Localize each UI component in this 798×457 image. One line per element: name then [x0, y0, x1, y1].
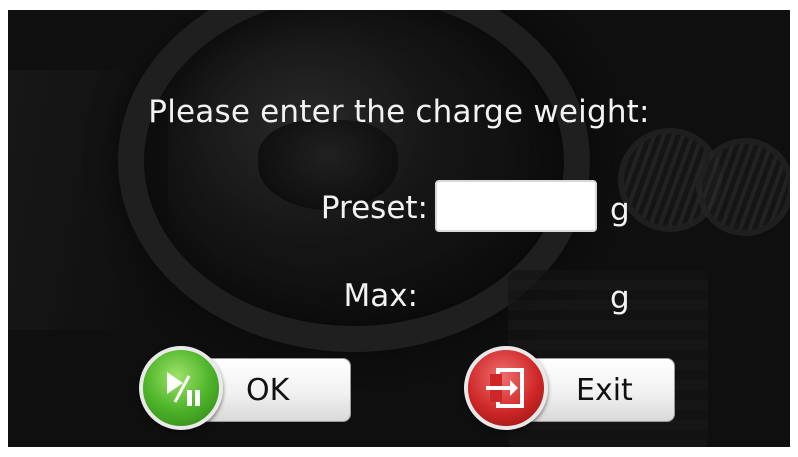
charge-weight-screen: Please enter the charge weight: Preset: …	[8, 10, 790, 447]
prompt-text: Please enter the charge weight:	[148, 94, 650, 130]
preset-weight-input[interactable]	[435, 180, 597, 232]
preset-label: Preset:	[320, 190, 428, 226]
exit-button-label: Exit	[576, 373, 633, 408]
play-pause-icon[interactable]	[139, 346, 223, 430]
exit-door-icon[interactable]	[464, 346, 548, 430]
preset-unit: g	[610, 192, 630, 228]
ok-button-label: OK	[246, 373, 290, 408]
max-label: Max:	[343, 278, 418, 314]
max-unit: g	[610, 280, 630, 316]
